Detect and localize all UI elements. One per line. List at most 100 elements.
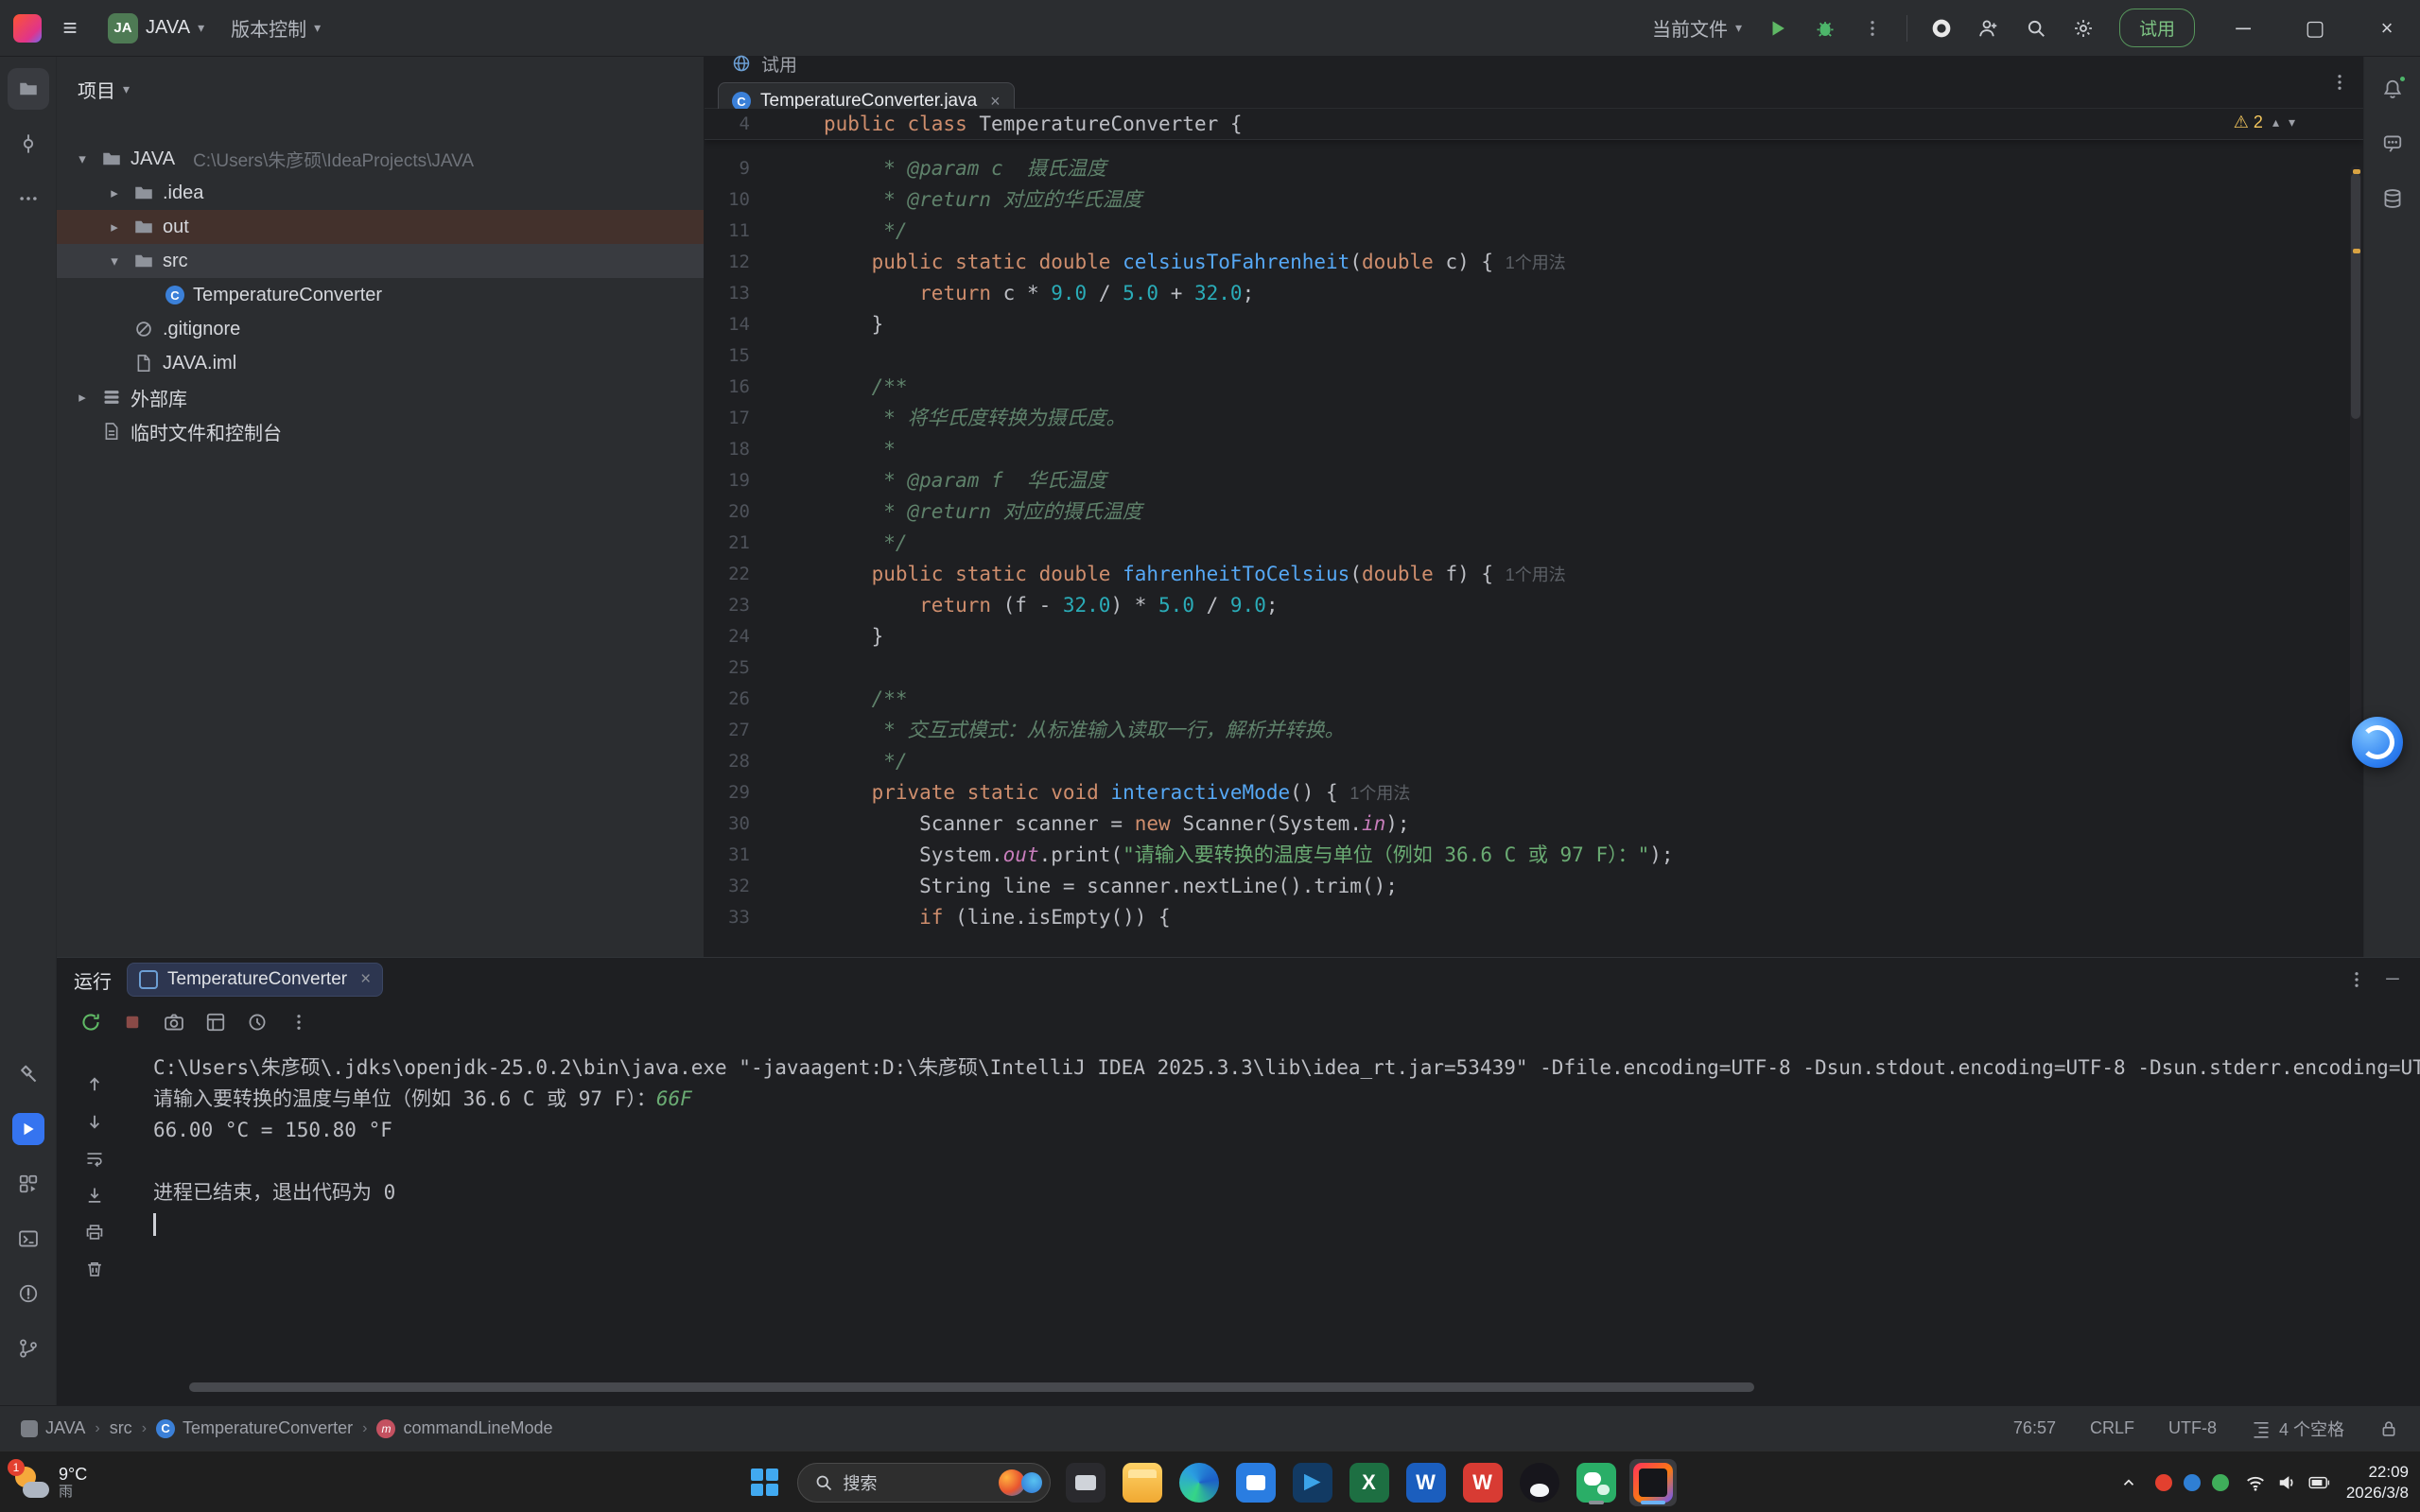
code-line[interactable]: 28 */ [705, 746, 2363, 777]
ai-assistant-button[interactable] [1921, 8, 1962, 49]
tool-window-version-control[interactable] [8, 1328, 49, 1369]
code-line[interactable]: 27 * 交互式模式：从标准输入读取一行，解析并转换。 [705, 715, 2363, 746]
tree-item[interactable]: ▸.idea [57, 176, 704, 210]
tool-window-terminal[interactable] [8, 1218, 49, 1260]
inspection-widget[interactable]: ⚠2 ▴ ▾ [2234, 113, 2295, 132]
tree-item[interactable]: .gitignore [57, 312, 704, 346]
more-actions-button[interactable] [1852, 8, 1893, 49]
tree-item[interactable]: ▸外部库 [57, 380, 704, 414]
taskbar-search[interactable]: 搜索 [797, 1463, 1051, 1503]
code-line[interactable]: 9 * @param c 摄氏温度 [705, 153, 2363, 184]
sticky-line[interactable]: 4 public class TemperatureConverter { [705, 109, 2363, 140]
code-line[interactable]: 13 return c * 9.0 / 5.0 + 32.0; [705, 278, 2363, 309]
code-line[interactable]: 14 } [705, 309, 2363, 340]
breadcrumb-src[interactable]: src [110, 1418, 132, 1438]
tree-item[interactable]: ▾src [57, 244, 704, 278]
thread-dump-button[interactable] [157, 1005, 191, 1039]
tool-window-project[interactable] [8, 68, 49, 110]
taskbar-app-wechat[interactable] [1573, 1459, 1620, 1506]
taskbar-app-microsoft-store[interactable] [1232, 1459, 1280, 1506]
taskbar-app-word[interactable]: W [1402, 1459, 1450, 1506]
editor-scrollbar[interactable] [2350, 165, 2361, 752]
wifi-icon[interactable] [2244, 1471, 2267, 1494]
tool-window-database[interactable] [2372, 178, 2413, 219]
code-line[interactable]: 16 /** [705, 372, 2363, 403]
code-line[interactable]: 29 private static void interactiveMode()… [705, 777, 2363, 808]
trial-button[interactable]: 试用 [2119, 9, 2195, 47]
tree-item[interactable]: 临时文件和控制台 [57, 414, 704, 448]
code-line[interactable]: 24 } [705, 621, 2363, 652]
next-occurrence-button[interactable] [79, 1106, 110, 1136]
tree-chevron-icon[interactable]: ▸ [104, 218, 125, 235]
console-h-scrollbar[interactable] [189, 1382, 1754, 1392]
status-indent[interactable]: 4 个空格 [2251, 1416, 2344, 1441]
restore-layout-button[interactable] [199, 1005, 233, 1039]
run-panel-options-kebab-icon[interactable] [2346, 969, 2367, 990]
close-icon[interactable]: × [360, 969, 371, 990]
tray-blue-icon[interactable] [2184, 1474, 2201, 1491]
tree-item[interactable]: JAVA.iml [57, 346, 704, 380]
vcs-menu[interactable]: 版本控制 ▾ [221, 8, 330, 49]
copilot-floating-button[interactable] [2352, 717, 2403, 768]
warning-stripe-mark[interactable] [2353, 249, 2360, 253]
more-options-button[interactable] [282, 1005, 316, 1039]
tray-red-icon[interactable] [2155, 1474, 2172, 1491]
taskbar-app-qq[interactable] [1516, 1459, 1563, 1506]
minimize-button[interactable]: ─ [2210, 0, 2276, 57]
main-menu-button[interactable]: ≡ [49, 8, 91, 49]
breadcrumb-JAVA[interactable]: JAVA [21, 1418, 85, 1438]
tool-window-ai-assistant[interactable] [2372, 123, 2413, 165]
tray-green-icon[interactable] [2212, 1474, 2229, 1491]
taskbar-app-task-view[interactable] [1062, 1459, 1109, 1506]
editor-tab[interactable]: 试用 [718, 44, 1015, 82]
code-line[interactable]: 22 public static double fahrenheitToCels… [705, 559, 2363, 590]
code-line[interactable]: 20 * @return 对应的摄氏温度 [705, 496, 2363, 528]
code-line[interactable]: 18 * [705, 434, 2363, 465]
print-button[interactable] [79, 1217, 110, 1246]
code-line[interactable]: 26 /** [705, 684, 2363, 715]
history-button[interactable] [240, 1005, 274, 1039]
start-button[interactable] [744, 1462, 786, 1503]
soft-wrap-button[interactable] [79, 1143, 110, 1173]
maximize-button[interactable]: ▢ [2282, 0, 2348, 57]
clear-all-button[interactable] [79, 1254, 110, 1283]
tree-chevron-icon[interactable]: ▾ [104, 252, 125, 269]
chevron-down-icon[interactable]: ▾ [123, 81, 130, 97]
tab-options-kebab-icon[interactable] [2329, 72, 2350, 93]
tool-window-commit[interactable] [8, 123, 49, 165]
tool-window-problems[interactable] [8, 1273, 49, 1314]
status-encoding[interactable]: UTF-8 [2168, 1418, 2217, 1438]
tree-chevron-icon[interactable]: ▸ [104, 184, 125, 201]
tree-chevron-icon[interactable]: ▾ [72, 150, 93, 167]
status-readonly-lock[interactable] [2378, 1418, 2399, 1439]
status-caret-position[interactable]: 76:57 [2013, 1418, 2056, 1438]
taskbar-clock[interactable]: 22:09 2026/3/8 [2346, 1462, 2409, 1503]
scroll-to-end-button[interactable] [79, 1180, 110, 1209]
settings-button[interactable] [2063, 8, 2104, 49]
rerun-button[interactable] [74, 1005, 108, 1039]
code-line[interactable]: 32 String line = scanner.nextLine().trim… [705, 871, 2363, 902]
code-with-me-button[interactable] [1968, 8, 2010, 49]
volume-icon[interactable] [2276, 1471, 2299, 1494]
breadcrumb-commandLineMode[interactable]: mcommandLineMode [376, 1418, 552, 1438]
code-line[interactable]: 23 return (f - 32.0) * 5.0 / 9.0; [705, 590, 2363, 621]
code-line[interactable]: 30 Scanner scanner = new Scanner(System.… [705, 808, 2363, 840]
taskbar-app-wps[interactable]: W [1459, 1459, 1506, 1506]
code-line[interactable]: 12 public static double celsiusToFahrenh… [705, 247, 2363, 278]
tree-item[interactable]: ▾JAVAC:\Users\朱彦硕\IdeaProjects\JAVA [57, 142, 704, 176]
tool-window-build[interactable] [8, 1053, 49, 1095]
battery-icon[interactable] [2308, 1471, 2331, 1494]
prev-warning-chevron-up-icon[interactable]: ▴ [2272, 114, 2279, 130]
code-line[interactable]: 11 */ [705, 216, 2363, 247]
run-tab[interactable]: TemperatureConverter × [127, 963, 383, 997]
search-everywhere-button[interactable] [2015, 8, 2057, 49]
close-button[interactable]: × [2354, 0, 2420, 57]
tool-window-services[interactable] [8, 1163, 49, 1205]
tool-window-notifications[interactable] [2372, 68, 2413, 110]
taskbar-app-file-explorer[interactable] [1119, 1459, 1166, 1506]
tool-window-run[interactable] [8, 1108, 49, 1150]
status-line-separator[interactable]: CRLF [2090, 1418, 2134, 1438]
code-line[interactable]: 31 System.out.print("请输入要转换的温度与单位（例如 36.… [705, 840, 2363, 871]
prev-occurrence-button[interactable] [79, 1069, 110, 1099]
tree-item[interactable]: ▸out [57, 210, 704, 244]
